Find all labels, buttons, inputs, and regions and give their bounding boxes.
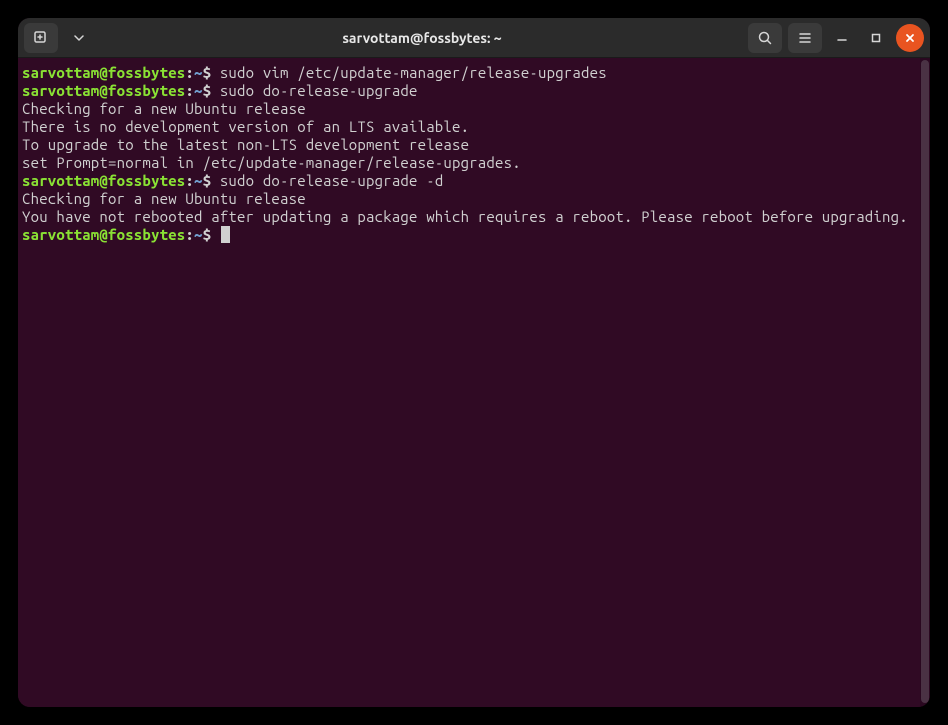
scrollbar-track[interactable]: [920, 58, 930, 707]
titlebar: sarvottam@fossbytes: ~: [18, 18, 930, 58]
minimize-button[interactable]: [828, 24, 856, 52]
tab-menu-button[interactable]: [62, 23, 96, 53]
terminal-prompt-line: sarvottam@fossbytes:~$ sudo do-release-u…: [22, 82, 926, 100]
terminal-prompt-line: sarvottam@fossbytes:~$ sudo do-release-u…: [22, 172, 926, 190]
prompt-colon: :: [185, 82, 194, 99]
terminal-output-text: Checking for a new Ubuntu release: [22, 190, 306, 207]
terminal-prompt-line: sarvottam@fossbytes:~$ sudo vim /etc/upd…: [22, 64, 926, 82]
terminal-output-line: To upgrade to the latest non-LTS develop…: [22, 136, 926, 154]
maximize-icon: [870, 32, 882, 44]
minimize-icon: [836, 32, 848, 44]
terminal-output-line: There is no development version of an LT…: [22, 118, 926, 136]
terminal-body[interactable]: sarvottam@fossbytes:~$ sudo vim /etc/upd…: [18, 58, 930, 707]
prompt-path: ~: [194, 64, 203, 81]
prompt-path: ~: [194, 172, 203, 189]
terminal-prompt-line: sarvottam@fossbytes:~$: [22, 226, 926, 244]
prompt-symbol: $: [203, 64, 220, 81]
prompt-symbol: $: [203, 82, 220, 99]
prompt-user-host: sarvottam@fossbytes: [22, 64, 185, 81]
terminal-command: sudo vim /etc/update-manager/release-upg…: [220, 64, 607, 81]
new-tab-button[interactable]: [24, 23, 58, 53]
prompt-user-host: sarvottam@fossbytes: [22, 172, 185, 189]
terminal-output-text: Checking for a new Ubuntu release: [22, 100, 306, 117]
terminal-cursor: [221, 226, 230, 243]
prompt-path: ~: [194, 82, 203, 99]
window-title: sarvottam@fossbytes: ~: [102, 30, 742, 46]
prompt-symbol: $: [203, 172, 220, 189]
titlebar-left: [24, 23, 96, 53]
terminal-command: sudo do-release-upgrade -d: [220, 172, 444, 189]
prompt-user-host: sarvottam@fossbytes: [22, 82, 185, 99]
search-icon: [757, 30, 773, 46]
hamburger-menu-button[interactable]: [788, 23, 822, 53]
terminal-content: sarvottam@fossbytes:~$ sudo vim /etc/upd…: [22, 64, 926, 244]
terminal-command: sudo do-release-upgrade: [220, 82, 418, 99]
terminal-output-text: There is no development version of an LT…: [22, 118, 469, 135]
titlebar-right: [748, 23, 924, 53]
close-button[interactable]: [896, 24, 924, 52]
prompt-symbol: $: [203, 226, 220, 243]
prompt-colon: :: [185, 226, 194, 243]
terminal-output-line: Checking for a new Ubuntu release: [22, 100, 926, 118]
maximize-button[interactable]: [862, 24, 890, 52]
terminal-output-line: Checking for a new Ubuntu release: [22, 190, 926, 208]
search-button[interactable]: [748, 23, 782, 53]
chevron-down-icon: [74, 33, 84, 43]
close-icon: [904, 32, 916, 44]
terminal-output-text: To upgrade to the latest non-LTS develop…: [22, 136, 478, 153]
scrollbar-thumb[interactable]: [921, 60, 929, 703]
terminal-output-text: You have not rebooted after updating a p…: [22, 208, 908, 225]
terminal-output-line: set Prompt=normal in /etc/update-manager…: [22, 154, 926, 172]
prompt-colon: :: [185, 64, 194, 81]
terminal-window: sarvottam@fossbytes: ~: [18, 18, 930, 707]
hamburger-icon: [797, 30, 813, 46]
terminal-output-line: You have not rebooted after updating a p…: [22, 208, 926, 226]
prompt-colon: :: [185, 172, 194, 189]
prompt-user-host: sarvottam@fossbytes: [22, 226, 185, 243]
terminal-output-text: set Prompt=normal in /etc/update-manager…: [22, 154, 521, 171]
prompt-path: ~: [194, 226, 203, 243]
new-tab-icon: [33, 30, 49, 46]
